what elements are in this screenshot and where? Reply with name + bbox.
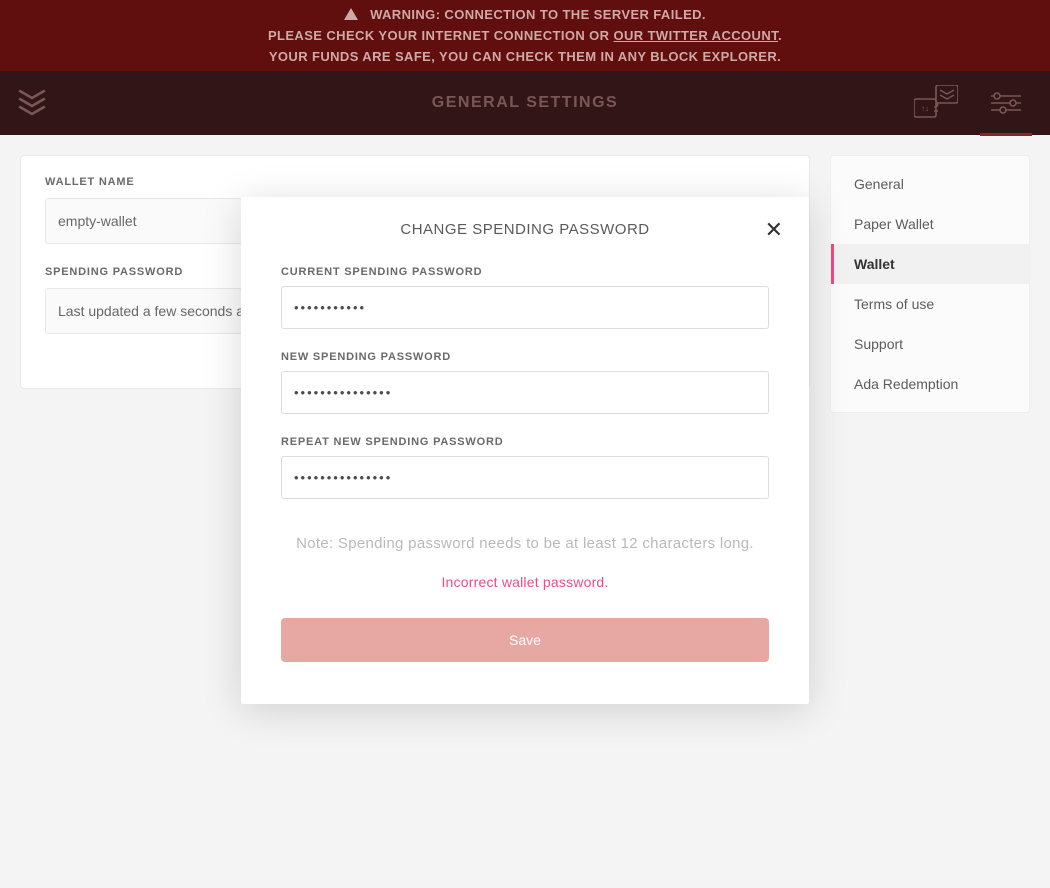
- modal-backdrop: ✕ CHANGE SPENDING PASSWORD CURRENT SPEND…: [0, 0, 1050, 888]
- error-message: Incorrect wallet password.: [281, 574, 769, 590]
- current-password-label: CURRENT SPENDING PASSWORD: [281, 266, 769, 278]
- new-password-label: NEW SPENDING PASSWORD: [281, 351, 769, 363]
- repeat-password-input[interactable]: [281, 456, 769, 499]
- current-password-input[interactable]: [281, 286, 769, 329]
- modal-title: CHANGE SPENDING PASSWORD: [281, 221, 769, 238]
- new-password-input[interactable]: [281, 371, 769, 414]
- password-note: Note: Spending password needs to be at l…: [281, 535, 769, 552]
- save-button[interactable]: Save: [281, 618, 769, 662]
- close-icon[interactable]: ✕: [765, 219, 783, 241]
- repeat-password-label: REPEAT NEW SPENDING PASSWORD: [281, 436, 769, 448]
- change-spending-password-modal: ✕ CHANGE SPENDING PASSWORD CURRENT SPEND…: [241, 197, 809, 704]
